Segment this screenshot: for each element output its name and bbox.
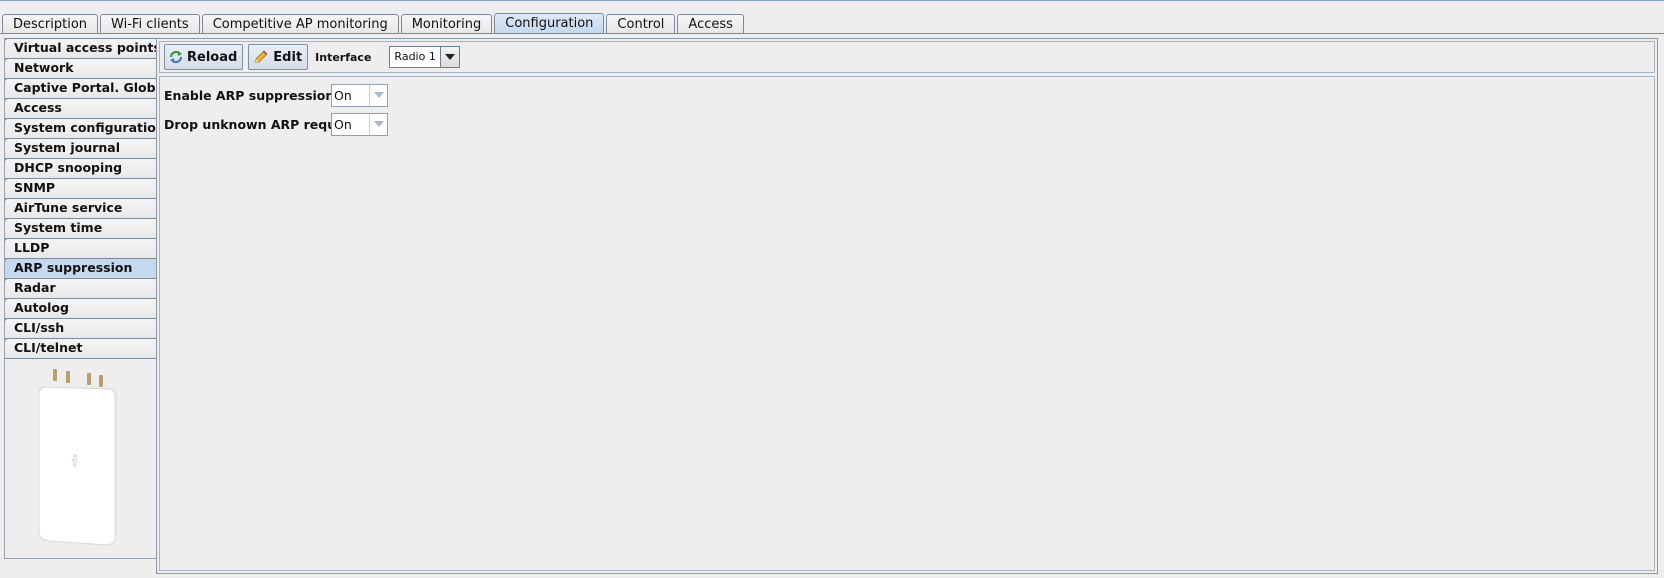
top-tab-bar: Description Wi-Fi clients Competitive AP… <box>2 12 746 34</box>
chevron-down-icon <box>369 84 387 106</box>
sidebar-item-system-configuration[interactable]: System configuration <box>5 118 157 138</box>
tab-description[interactable]: Description <box>2 14 99 34</box>
sidebar-item-autolog[interactable]: Autolog <box>5 298 157 318</box>
sidebar-item-system-time[interactable]: System time <box>5 218 157 238</box>
interface-label: Interface <box>315 50 372 64</box>
sidebar-item-cli-telnet[interactable]: CLI/telnet <box>5 338 157 358</box>
tab-competitive-ap-monitoring[interactable]: Competitive AP monitoring <box>201 14 399 34</box>
reload-button[interactable]: Reload <box>164 44 244 70</box>
interface-select-value: Radio 1 <box>394 50 436 63</box>
sidebar-item-system-journal[interactable]: System journal <box>5 138 157 158</box>
tab-control[interactable]: Control <box>606 14 676 34</box>
drop-unknown-arp-select[interactable]: On <box>331 112 388 136</box>
interface-select[interactable]: Radio 1 <box>389 46 460 68</box>
tab-monitoring[interactable]: Monitoring <box>400 14 493 34</box>
enable-arp-row: Enable ARP suppression On <box>164 83 388 107</box>
sidebar-item-network[interactable]: Network <box>5 58 157 78</box>
enable-arp-value: On <box>334 87 352 103</box>
chevron-down-icon <box>439 47 459 67</box>
sidebar: Virtual access points Network Captive Po… <box>4 38 157 559</box>
sidebar-item-access[interactable]: Access <box>5 98 157 118</box>
sidebar-item-arp-suppression[interactable]: ARP suppression <box>5 258 157 278</box>
sidebar-item-cli-ssh[interactable]: CLI/ssh <box>5 318 157 338</box>
sidebar-item-snmp[interactable]: SNMP <box>5 178 157 198</box>
refresh-icon <box>169 50 183 64</box>
sidebar-item-virtual-access-points[interactable]: Virtual access points <box>5 38 157 58</box>
arp-suppression-form: Enable ARP suppression On Drop unknown A… <box>159 76 1655 571</box>
toolbar: Reload Edit Interface Radio 1 <box>159 41 1655 73</box>
tab-configuration[interactable]: Configuration <box>494 13 605 34</box>
enable-arp-label: Enable ARP suppression <box>164 87 335 103</box>
enable-arp-select[interactable]: On <box>331 83 388 107</box>
sidebar-item-captive-portal-global[interactable]: Captive Portal. Global <box>5 78 157 98</box>
chevron-down-icon <box>369 113 387 135</box>
tab-wifi-clients[interactable]: Wi-Fi clients <box>100 14 200 34</box>
sidebar-item-lldp[interactable]: LLDP <box>5 238 157 258</box>
pencil-icon <box>254 50 268 63</box>
edit-button[interactable]: Edit <box>248 44 309 70</box>
access-point-device-image: eltx <box>38 369 117 546</box>
window-top-border <box>0 0 1664 1</box>
sidebar-item-airtune-service[interactable]: AirTune service <box>5 198 157 218</box>
tab-bar-underline <box>0 33 1664 34</box>
device-preview: eltx <box>5 358 157 559</box>
content-panel: Reload Edit Interface Radio 1 Enable ARP… <box>156 38 1658 574</box>
tab-access[interactable]: Access <box>677 14 744 34</box>
drop-unknown-arp-row: Drop unknown ARP requests On <box>164 112 388 136</box>
edit-button-label: Edit <box>273 49 303 65</box>
drop-unknown-arp-value: On <box>334 116 352 132</box>
sidebar-item-dhcp-snooping[interactable]: DHCP snooping <box>5 158 157 178</box>
sidebar-item-radar[interactable]: Radar <box>5 278 157 298</box>
svg-text:eltx: eltx <box>71 454 79 467</box>
reload-button-label: Reload <box>187 49 238 65</box>
